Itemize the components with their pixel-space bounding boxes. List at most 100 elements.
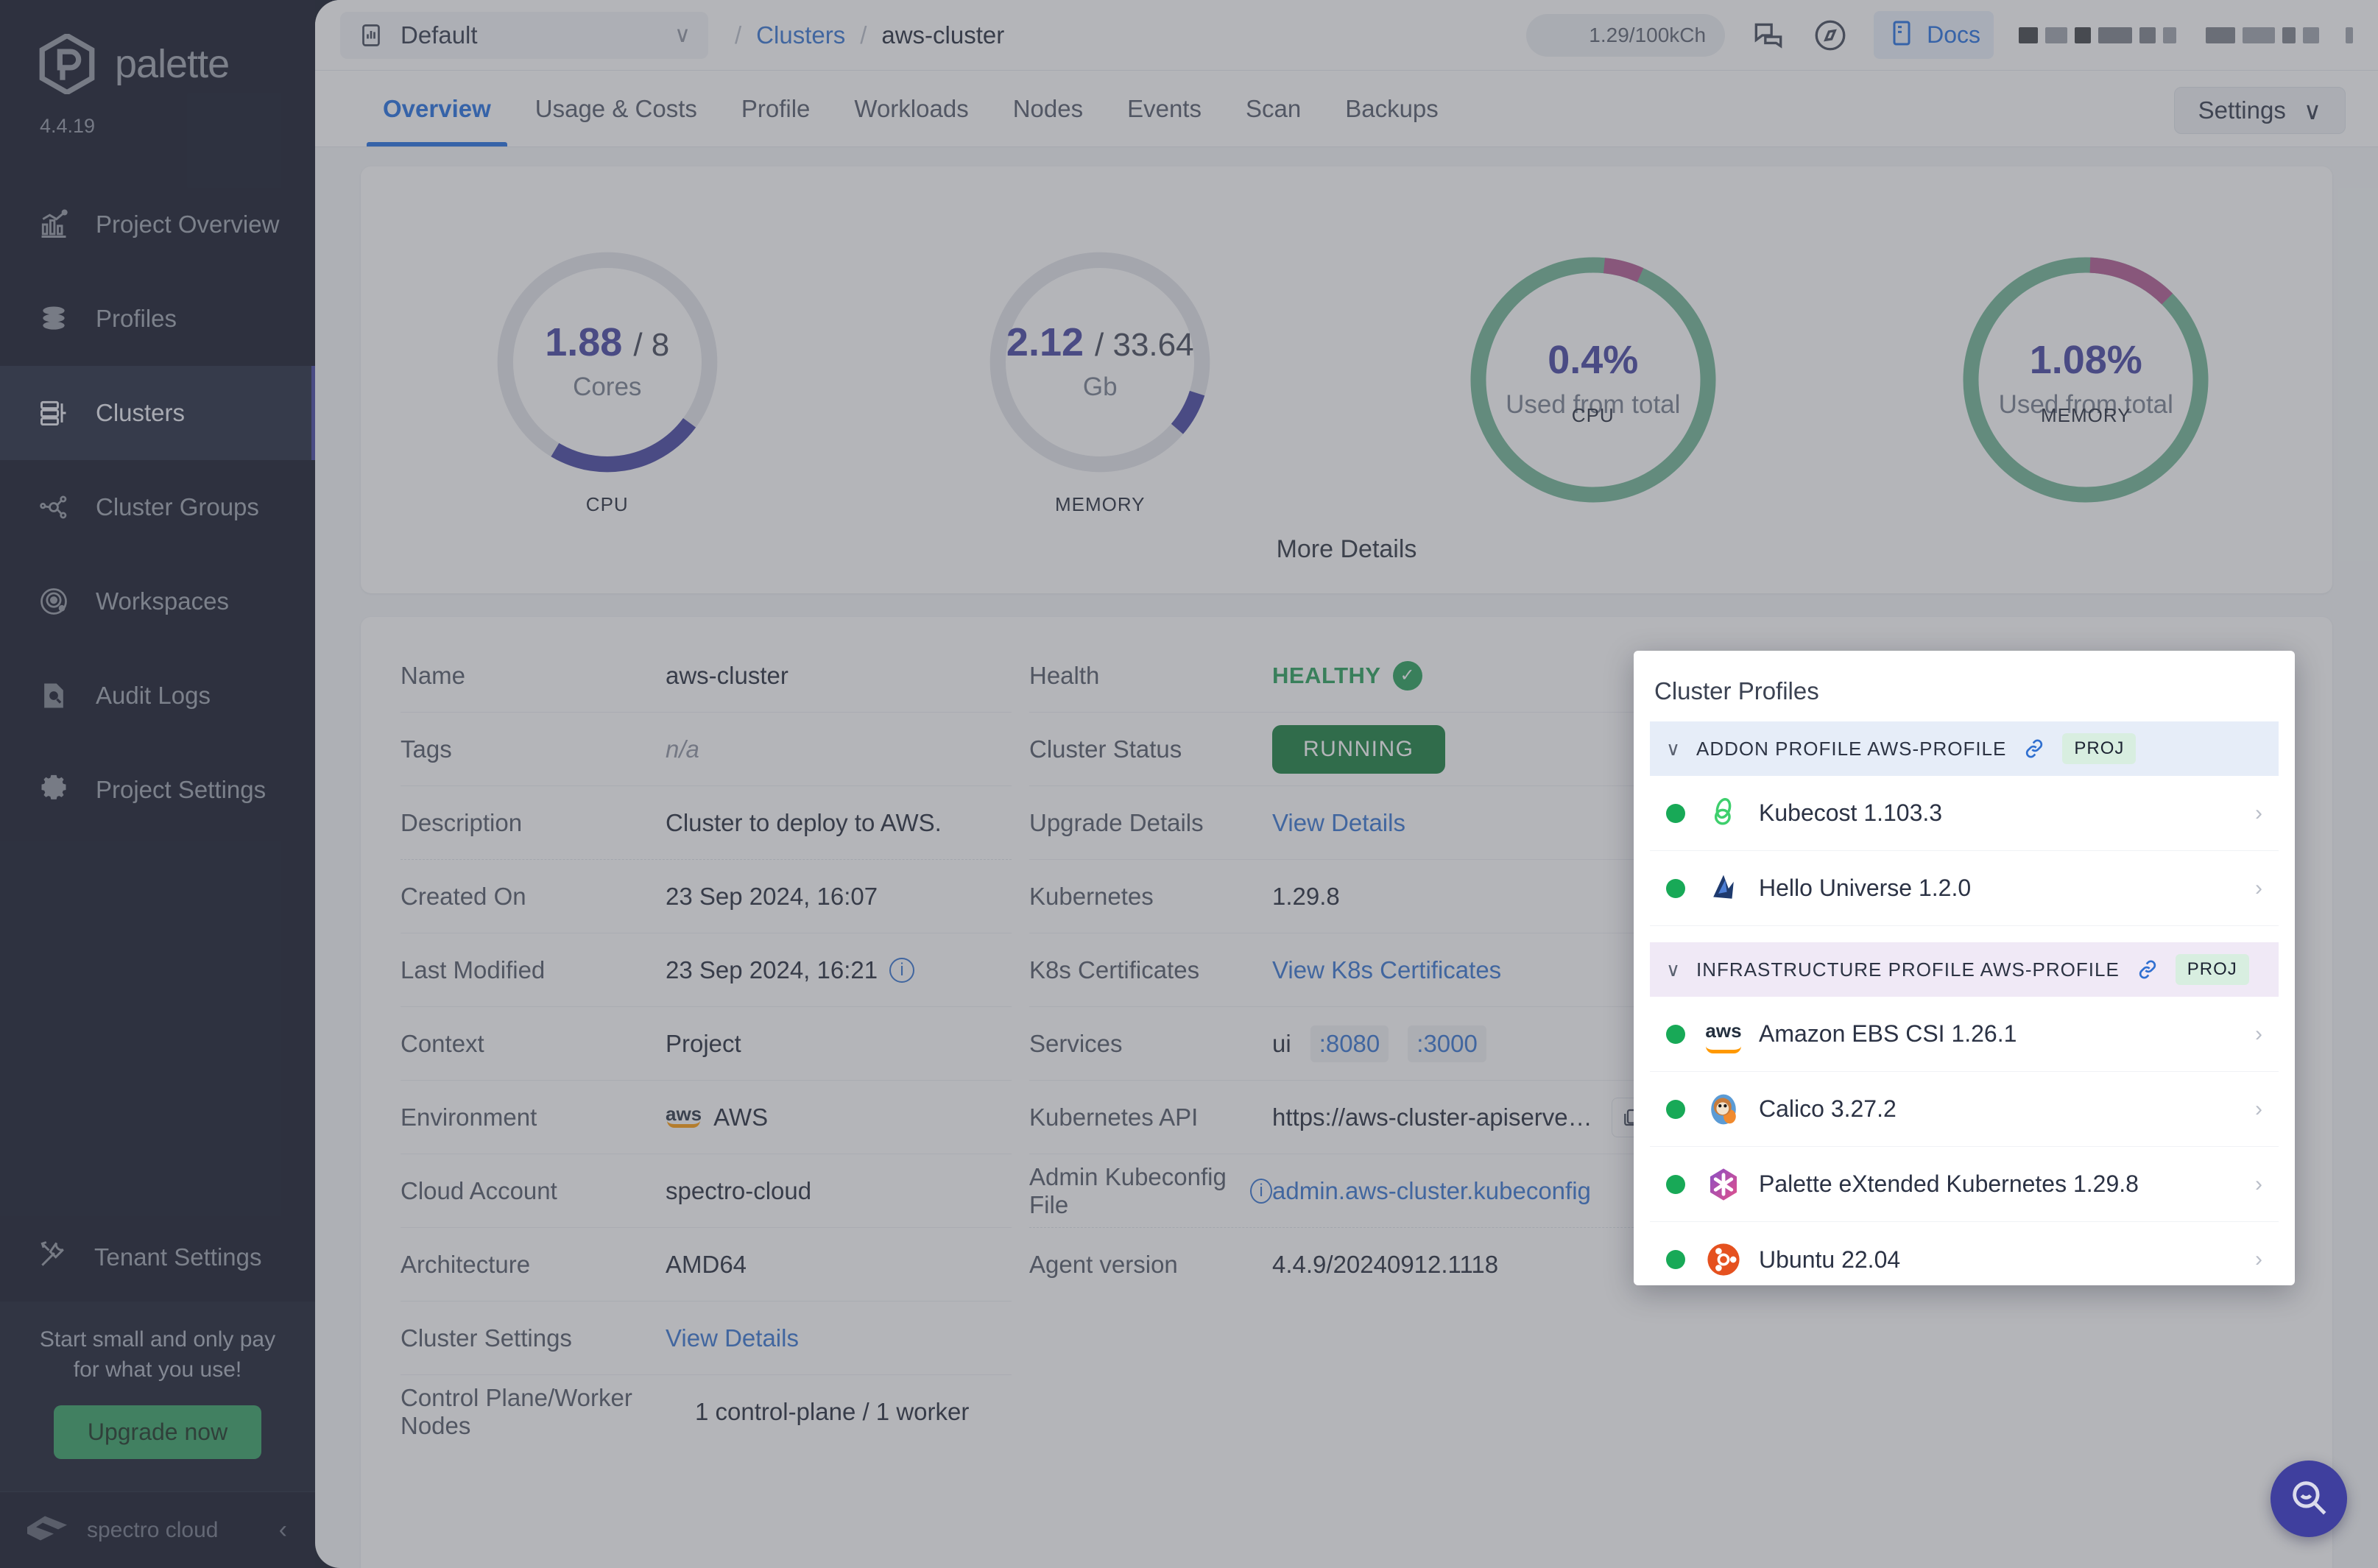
gauge-cpu-cores: 1.88 / 8 Cores CPU [361,244,854,516]
sidebar-item-audit-logs[interactable]: Audit Logs [0,649,315,743]
detail-value: HEALTHY ✓ [1272,661,1422,691]
detail-label-text: Admin Kubeconfig File [1029,1163,1240,1219]
tab-nodes[interactable]: Nodes [991,71,1105,146]
link-icon[interactable] [2136,958,2159,981]
breadcrumb-clusters-link[interactable]: Clusters [756,21,845,49]
search-fab-button[interactable] [2271,1461,2347,1537]
detail-row-health: Health HEALTHY ✓ [1029,639,1659,713]
tab-overview[interactable]: Overview [361,71,513,146]
tab-label: Backups [1345,95,1439,123]
kubecost-icon [1704,794,1743,833]
service-port-8080[interactable]: :8080 [1310,1025,1389,1062]
link-icon[interactable] [2022,737,2046,760]
status-badge: RUNNING [1272,725,1445,774]
profile-layer-name: Kubecost 1.103.3 [1759,799,2255,827]
check-icon: ✓ [1393,661,1422,691]
detail-label: Cluster Status [1029,735,1272,763]
book-icon [1887,18,1916,52]
details-column-right: Health HEALTHY ✓ Cluster Status RUNNING … [1012,639,1659,1568]
collapse-sidebar-button[interactable]: ‹ [279,1516,287,1544]
compass-icon[interactable] [1812,17,1849,54]
redacted-block [2243,27,2275,43]
info-icon[interactable]: i [1250,1179,1272,1204]
calico-icon [1704,1090,1743,1129]
status-dot-green [1666,1025,1685,1044]
tab-scan[interactable]: Scan [1224,71,1323,146]
info-icon[interactable]: i [889,958,914,983]
detail-row-created-on: Created On 23 Sep 2024, 16:07 [401,860,1012,933]
breadcrumb-separator: / [735,21,741,49]
detail-label: Created On [401,883,666,911]
tab-profile[interactable]: Profile [719,71,833,146]
chevron-right-icon: › [2255,1097,2262,1122]
stack-layers-icon [37,302,71,336]
upgrade-now-button[interactable]: Upgrade now [54,1405,261,1459]
breadcrumb: / Clusters / aws-cluster [735,21,1004,49]
tab-label: Profile [741,95,811,123]
gauge-unit: Gb [1083,372,1118,402]
view-k8s-certificates-link[interactable]: View K8s Certificates [1272,956,1501,984]
tab-label: Nodes [1013,95,1083,123]
detail-label: K8s Certificates [1029,956,1272,984]
detail-label: Cluster Settings [401,1324,666,1352]
metrics-card: 1.88 / 8 Cores CPU [361,166,2332,593]
sidebar-item-project-overview[interactable]: Project Overview [0,177,315,272]
detail-row-agent-version: Agent version 4.4.9/20240912.1118 [1029,1228,1659,1302]
redacted-block [2163,27,2176,43]
profile-group-label: ADDON PROFILE AWS-PROFILE [1696,738,2006,760]
detail-row-name: Name aws-cluster [401,639,1012,713]
tab-backups[interactable]: Backups [1323,71,1461,146]
detail-label: Environment [401,1103,666,1131]
profile-layer-row[interactable]: Calico 3.27.2 › [1650,1072,2279,1147]
gauge-value: 2.12 / 33.64 [1006,322,1194,362]
detail-row-environment: Environment aws AWS [401,1081,1012,1154]
chat-bubbles-icon[interactable] [1750,17,1787,54]
sidebar-footer: spectro cloud ‹ [0,1491,315,1568]
cluster-settings-view-details-link[interactable]: View Details [666,1324,799,1352]
status-dot-green [1666,1175,1685,1194]
more-details-button[interactable]: More Details [1277,535,1417,564]
redacted-block [2206,27,2235,43]
chart-bars-icon [37,208,71,241]
profile-layer-row[interactable]: aws Amazon EBS CSI 1.26.1 › [1650,997,2279,1072]
sidebar-item-workspaces[interactable]: Workspaces [0,554,315,649]
service-port-3000[interactable]: :3000 [1408,1025,1486,1062]
usage-chip[interactable]: 1.29/100kCh [1526,14,1725,57]
profile-layer-name: Hello Universe 1.2.0 [1759,875,2255,902]
tab-events[interactable]: Events [1105,71,1224,146]
detail-row-last-modified: Last Modified 23 Sep 2024, 16:21 i [401,933,1012,1007]
profile-layer-row[interactable]: Palette eXtended Kubernetes 1.29.8 › [1650,1147,2279,1222]
profile-layer-row[interactable]: Ubuntu 22.04 › [1650,1222,2279,1285]
sidebar-item-project-settings[interactable]: Project Settings [0,743,315,837]
detail-label: Services [1029,1030,1272,1058]
project-selector-label: Default [401,21,658,49]
profile-layer-name: Palette eXtended Kubernetes 1.29.8 [1759,1170,2255,1198]
docs-button[interactable]: Docs [1874,11,1994,59]
admin-kubeconfig-link[interactable]: admin.aws-cluster.kubeconfig [1272,1177,1591,1205]
sidebar-item-clusters[interactable]: Clusters [0,366,315,460]
tab-workloads[interactable]: Workloads [832,71,990,146]
settings-label: Settings [2198,96,2286,124]
sidebar-item-profiles[interactable]: Profiles [0,272,315,366]
profile-group-addon-header[interactable]: ∨ ADDON PROFILE AWS-PROFILE PROJ [1650,721,2279,776]
gear-icon [37,773,71,807]
status-dot-green [1666,879,1685,898]
status-dot-green [1666,1100,1685,1119]
profile-layer-row[interactable]: Hello Universe 1.2.0 › [1650,851,2279,926]
detail-row-cluster-status: Cluster Status RUNNING [1029,713,1659,786]
redacted-block [2282,27,2296,43]
sidebar-item-label: Cluster Groups [96,493,259,521]
project-selector[interactable]: Default ∨ [340,12,708,59]
gauge-memory-percent: 1.08% Used from total MEMORY [1840,247,2333,512]
sidebar-item-tenant-settings[interactable]: Tenant Settings [0,1213,315,1302]
upgrade-details-link[interactable]: View Details [1272,809,1405,837]
gauge-value: 0.4% [1548,340,1638,380]
profile-group-infra-header[interactable]: ∨ INFRASTRUCTURE PROFILE AWS-PROFILE PRO… [1650,942,2279,997]
promo-line-2: for what you use! [29,1355,286,1385]
tab-usage-costs[interactable]: Usage & Costs [513,71,719,146]
profile-layer-row[interactable]: Kubecost 1.103.3 › [1650,776,2279,851]
gauge-denominator: / 33.64 [1095,327,1194,363]
sidebar-item-cluster-groups[interactable]: Cluster Groups [0,460,315,554]
detail-value: https://aws-cluster-apiserve… [1272,1098,1651,1137]
settings-button[interactable]: Settings ∨ [2174,87,2346,134]
